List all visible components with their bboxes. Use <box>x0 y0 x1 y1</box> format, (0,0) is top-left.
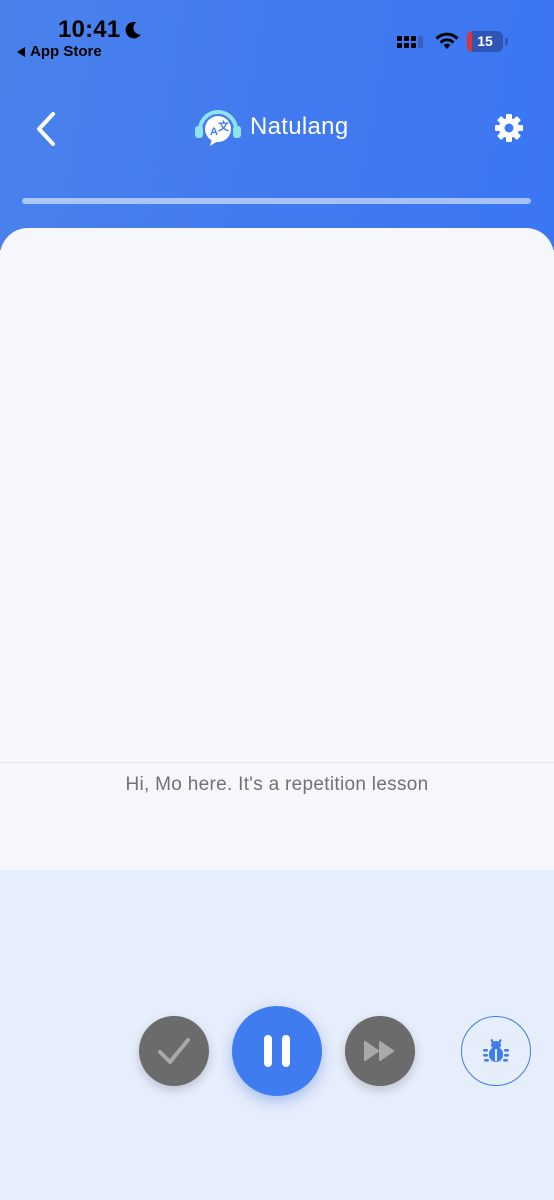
card-divider <box>0 762 554 763</box>
app-logo: A 文 Natulang <box>194 106 348 148</box>
skip-button[interactable] <box>345 1016 415 1086</box>
pause-icon <box>264 1035 290 1067</box>
moon-icon <box>125 21 141 39</box>
check-icon <box>158 1038 190 1064</box>
lesson-card: Hi, Mo here. It's a repetition lesson <box>0 228 554 870</box>
battery-tip <box>505 38 508 45</box>
bug-icon <box>483 1039 509 1062</box>
svg-text:A: A <box>210 126 218 138</box>
lesson-progress-bar <box>22 198 531 204</box>
check-button[interactable] <box>139 1016 209 1086</box>
battery-body: 15 <box>467 31 503 52</box>
back-to-app-label: App Store <box>30 43 102 60</box>
cellular-signal-icon <box>397 36 423 48</box>
gear-icon[interactable] <box>494 113 524 143</box>
fast-forward-icon <box>364 1041 394 1061</box>
headset-translate-logo-icon: A 文 <box>195 110 241 146</box>
lesson-subtitle: Hi, Mo here. It's a repetition lesson <box>125 774 429 795</box>
report-bug-button[interactable] <box>461 1016 531 1086</box>
status-time: 10:41 <box>58 16 121 43</box>
pause-button[interactable] <box>232 1006 322 1096</box>
svg-text:文: 文 <box>218 119 230 133</box>
app-name: Natulang <box>250 113 349 140</box>
back-to-app-store[interactable]: App Store <box>17 43 102 60</box>
back-triangle-icon <box>17 46 25 57</box>
wifi-icon <box>435 32 459 49</box>
battery-indicator: 15 <box>467 31 509 52</box>
back-chevron-icon[interactable] <box>32 110 62 148</box>
battery-percent: 15 <box>477 33 493 49</box>
